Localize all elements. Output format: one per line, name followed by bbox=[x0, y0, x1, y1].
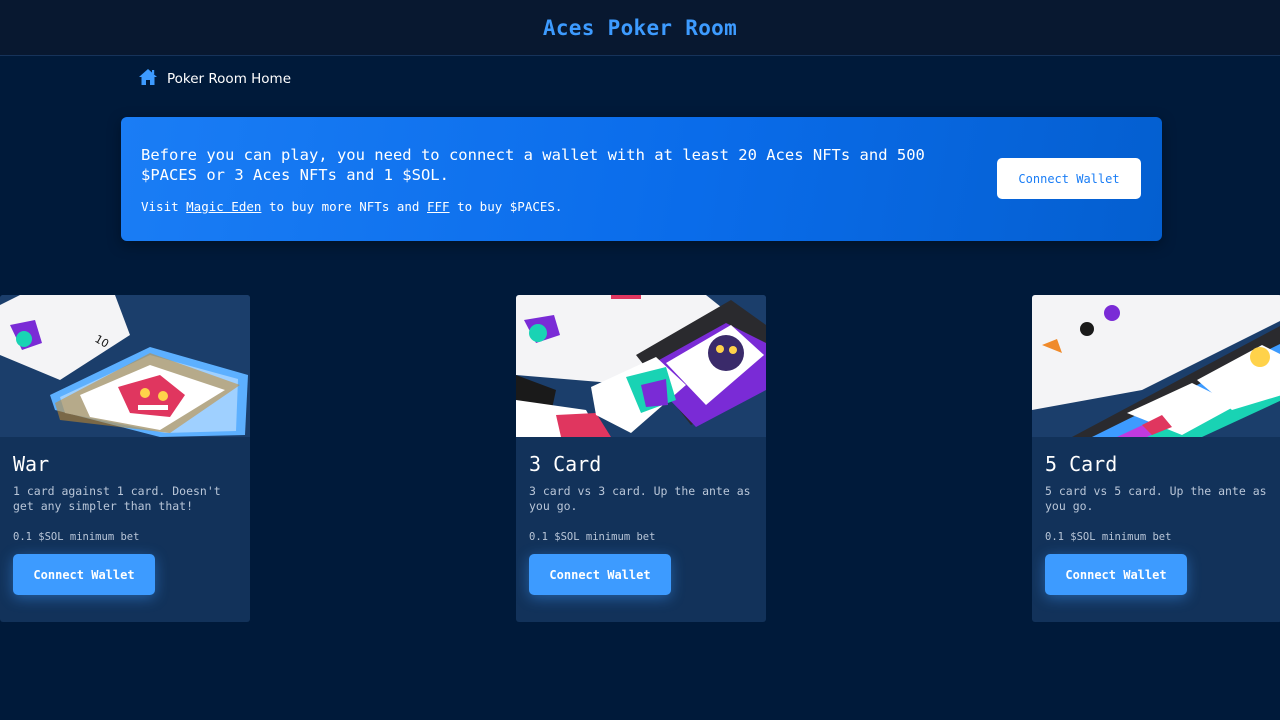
five-card-connect-wallet-button[interactable]: Connect Wallet bbox=[1045, 554, 1187, 595]
game-description: 1 card against 1 card. Doesn't get any s… bbox=[13, 484, 221, 513]
game-minimum-bet: 0.1 $SOL minimum bet bbox=[529, 531, 656, 543]
magic-eden-link[interactable]: Magic Eden bbox=[186, 199, 261, 214]
game-description: 3 card vs 3 card. Up the ante as you go. bbox=[529, 484, 751, 513]
game-minimum-bet: 0.1 $SOL minimum bet bbox=[13, 531, 140, 543]
banner-sub-middle: to buy more NFTs and bbox=[261, 199, 427, 214]
fff-link[interactable]: FFF bbox=[427, 199, 450, 214]
game-card-5-card: 5 Card 5 card vs 5 card. Up the ante as … bbox=[1032, 295, 1280, 622]
five-card-art bbox=[1032, 295, 1280, 437]
app-title: Aces Poker Room bbox=[542, 15, 738, 40]
game-title: 5 Card bbox=[1045, 452, 1118, 476]
breadcrumb-home[interactable]: Poker Room Home bbox=[138, 68, 291, 90]
three-card-connect-wallet-button[interactable]: Connect Wallet bbox=[529, 554, 671, 595]
war-card-art: 10 bbox=[0, 295, 250, 437]
banner-subtext: Visit Magic Eden to buy more NFTs and FF… bbox=[141, 199, 562, 214]
banner-sub-suffix: to buy $PACES. bbox=[449, 199, 563, 214]
war-connect-wallet-button[interactable]: Connect Wallet bbox=[13, 554, 155, 595]
three-card-art bbox=[516, 295, 766, 437]
wallet-requirement-banner: Before you can play, you need to connect… bbox=[121, 117, 1162, 241]
top-bar: Aces Poker Room bbox=[0, 0, 1280, 56]
game-card-war: 10 War 1 card against 1 card. Doesn't ge… bbox=[0, 295, 250, 622]
game-minimum-bet: 0.1 $SOL minimum bet bbox=[1045, 531, 1172, 543]
breadcrumb-label: Poker Room Home bbox=[167, 71, 292, 87]
game-card-3-card: 3 Card 3 card vs 3 card. Up the ante as … bbox=[516, 295, 766, 622]
banner-message: Before you can play, you need to connect… bbox=[141, 146, 925, 184]
home-icon bbox=[138, 68, 158, 90]
banner-connect-wallet-button[interactable]: Connect Wallet bbox=[997, 158, 1141, 199]
game-description: 5 card vs 5 card. Up the ante as you go. bbox=[1045, 484, 1267, 513]
game-title: War bbox=[13, 452, 50, 476]
game-title: 3 Card bbox=[529, 452, 602, 476]
banner-sub-prefix: Visit bbox=[141, 199, 187, 214]
